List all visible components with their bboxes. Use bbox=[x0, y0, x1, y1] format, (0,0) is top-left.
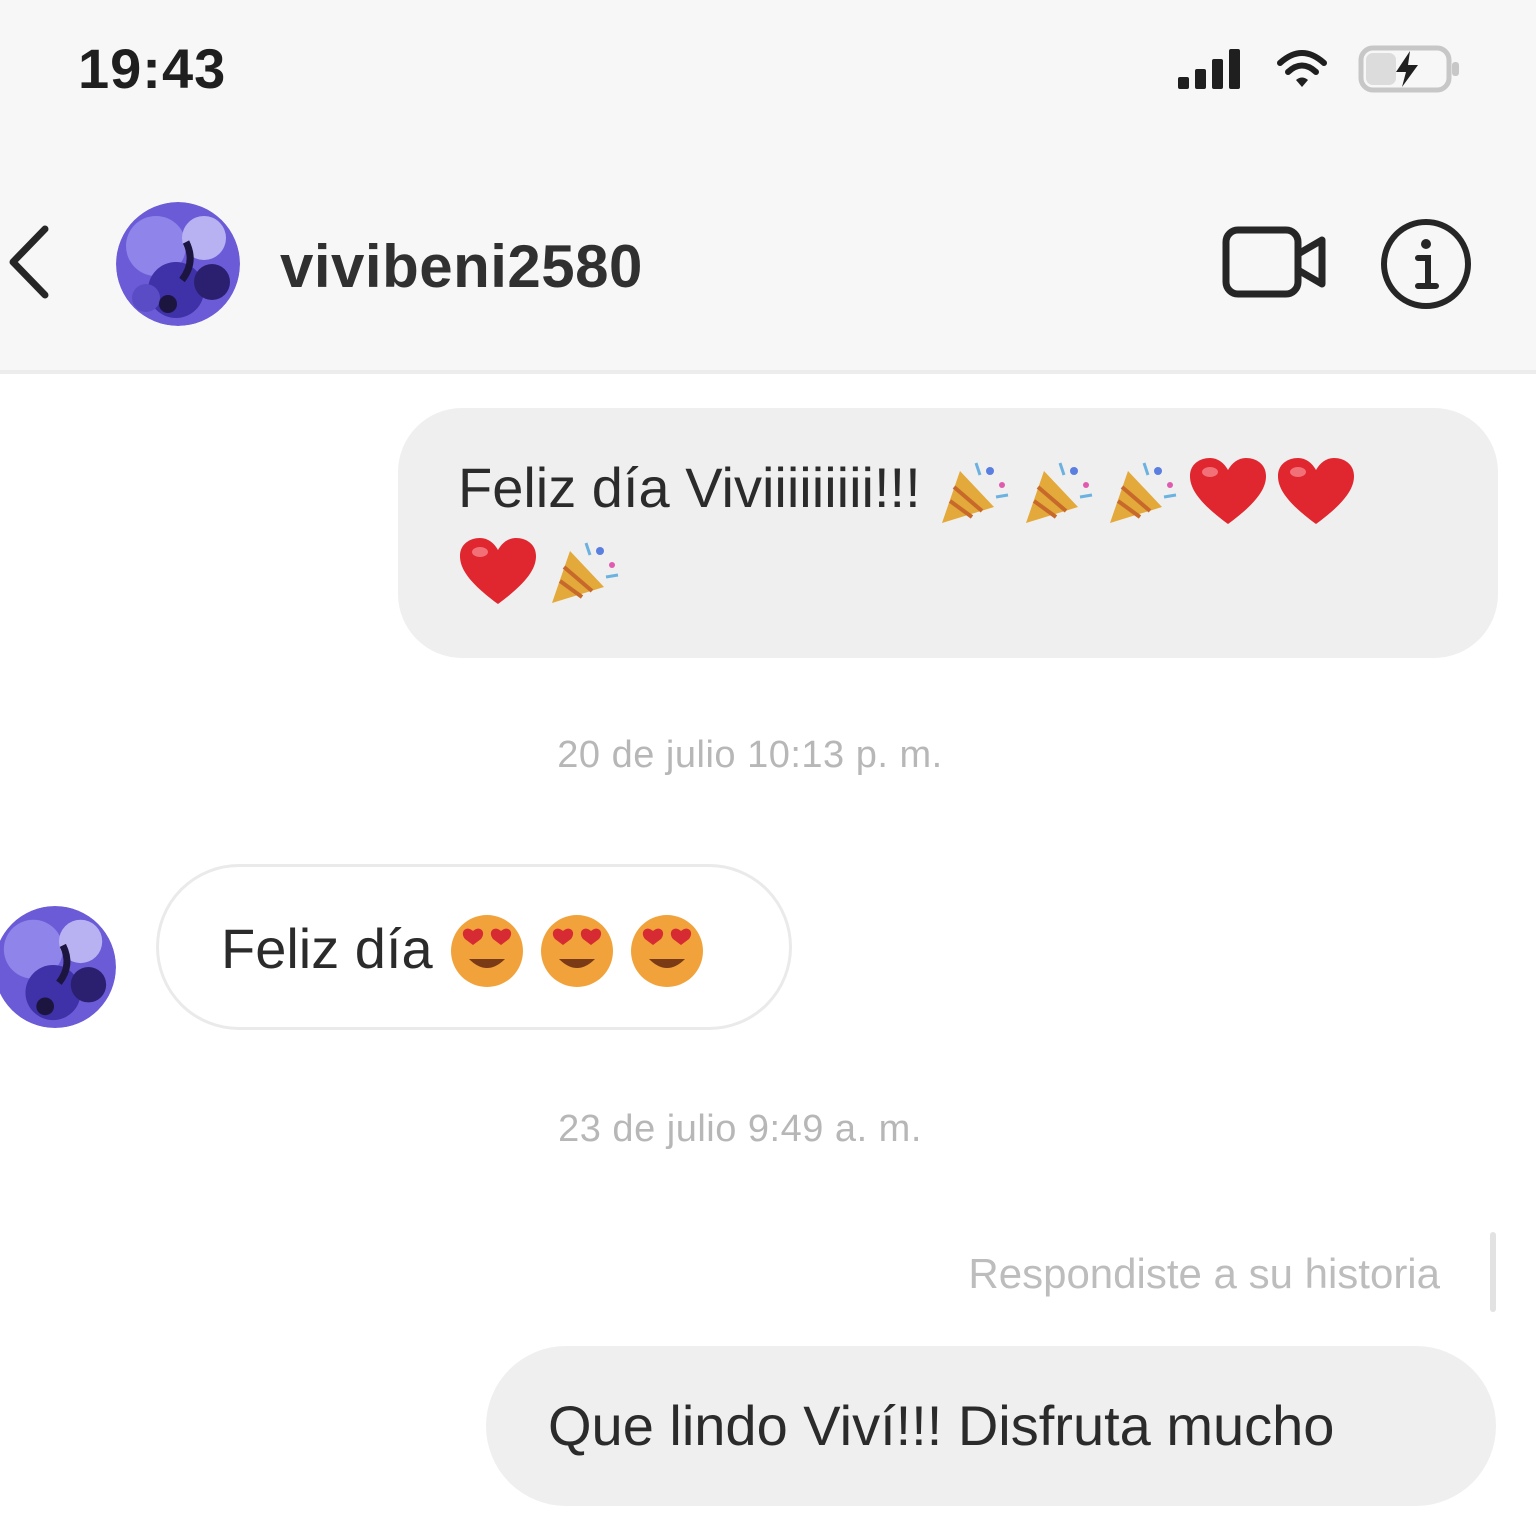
heart-eyes-icon bbox=[540, 915, 613, 987]
wifi-icon bbox=[1277, 50, 1327, 87]
info-icon bbox=[1381, 219, 1471, 309]
status-bar: 19:43 bbox=[0, 0, 1536, 130]
chat-username[interactable]: vivibeni2580 bbox=[280, 232, 643, 301]
story-reply-note[interactable]: Respondiste a su historia bbox=[820, 1250, 1440, 1298]
chevron-left-icon bbox=[9, 225, 49, 299]
message-timestamp: 23 de julio 9:49 a. m. bbox=[558, 1108, 922, 1150]
status-time: 19:43 bbox=[78, 37, 227, 100]
profile-photo bbox=[0, 906, 116, 1028]
profile-photo bbox=[116, 202, 240, 326]
outgoing-message-bubble[interactable]: Feliz día Viviiiiiiiii!!! bbox=[398, 408, 1498, 658]
video-call-button[interactable] bbox=[1220, 222, 1330, 302]
status-icons bbox=[1176, 44, 1462, 94]
party-popper-icon bbox=[1026, 462, 1093, 524]
info-button[interactable] bbox=[1378, 216, 1474, 312]
red-heart-icon bbox=[460, 538, 536, 605]
heart-eyes-icon bbox=[630, 915, 703, 987]
chat-screen: 19:43 vivibeni2580 Feliz día Viviiiiiiii… bbox=[0, 0, 1536, 1536]
party-popper-icon bbox=[552, 542, 619, 604]
sender-avatar[interactable] bbox=[0, 906, 116, 1028]
outgoing-message-bubble[interactable]: Que lindo Viví!!! Disfruta mucho bbox=[486, 1346, 1496, 1506]
battery-charging-icon bbox=[1358, 45, 1459, 93]
message-text: Que lindo Viví!!! Disfruta mucho bbox=[548, 1394, 1335, 1457]
red-heart-icon bbox=[1190, 458, 1267, 525]
emoji-group-line-2 bbox=[458, 536, 622, 608]
emoji-group bbox=[936, 456, 1356, 528]
back-button[interactable] bbox=[0, 222, 60, 302]
incoming-message-bubble[interactable]: Feliz día bbox=[156, 864, 792, 1030]
story-reply-bar bbox=[1490, 1232, 1496, 1312]
heart-eyes-icon bbox=[450, 915, 523, 987]
party-popper-icon bbox=[942, 462, 1009, 524]
red-heart-icon bbox=[1278, 458, 1355, 525]
message-text: Feliz día bbox=[221, 917, 433, 980]
chat-header: vivibeni2580 bbox=[0, 130, 1536, 374]
avatar[interactable] bbox=[116, 202, 240, 326]
message-text: Feliz día Viviiiiiiiii!!! bbox=[458, 456, 921, 519]
cellular-signal-icon bbox=[1178, 49, 1240, 89]
video-camera-icon bbox=[1222, 226, 1326, 298]
message-timestamp: 20 de julio 10:13 p. m. bbox=[557, 734, 943, 776]
emoji-group bbox=[449, 913, 705, 989]
party-popper-icon bbox=[1110, 462, 1177, 524]
